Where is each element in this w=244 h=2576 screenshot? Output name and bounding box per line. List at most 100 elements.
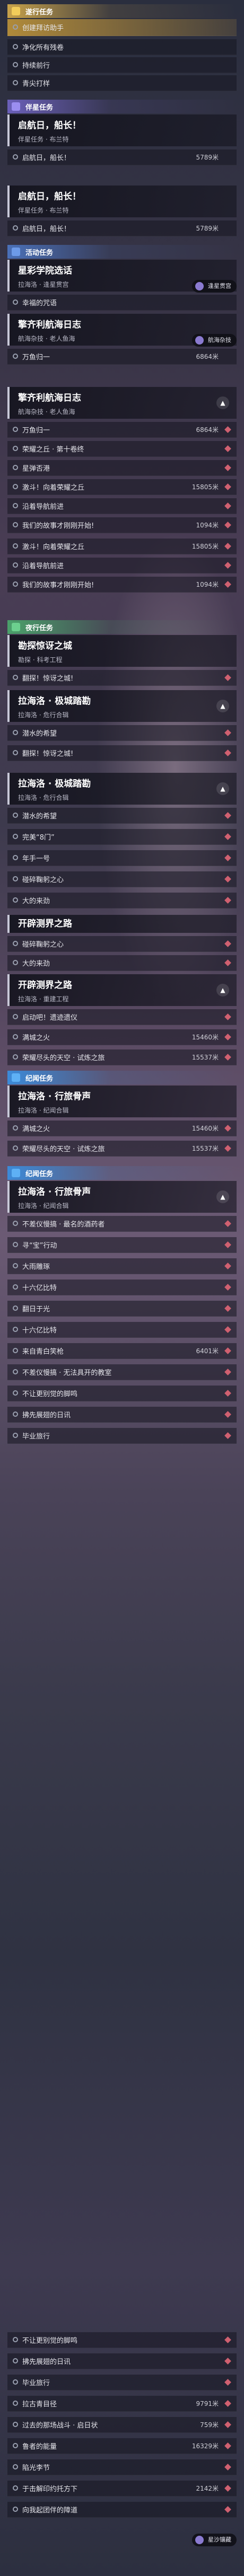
episode-tag-pill[interactable]: 星沙镶藏 [192, 2534, 237, 2546]
quest-step[interactable]: 潜水的希望 [7, 725, 237, 741]
step-distance: 1094米 [196, 581, 219, 588]
quest-step[interactable]: 不差仪慢搞 · 最名的酒药者 [7, 1216, 237, 1232]
quest-step[interactable]: 万鱼归一 6864米 [7, 422, 237, 438]
section-header-episode[interactable]: 纪闻任务 [7, 1071, 237, 1084]
quest-step[interactable]: 青尖打样 [7, 75, 237, 91]
collapse-chevron-icon[interactable]: ▲ [216, 700, 229, 712]
quest-step[interactable]: 拉古青目径 9791米 [7, 2396, 237, 2412]
quest-step[interactable]: 净化所有残卷 [7, 39, 237, 55]
collapse-chevron-icon[interactable]: ▲ [216, 984, 229, 996]
section-header-event[interactable]: 活动任务 [7, 245, 237, 259]
quest-card[interactable]: 拉海洛 · 极城踏勘 拉海洛 · 危行合辑 ▲ [7, 773, 237, 805]
quest-card[interactable]: 开辟测界之路 [7, 915, 237, 933]
event-tag-pill[interactable]: 逢星贯宫 [192, 280, 237, 293]
quest-step[interactable]: 满城之火 15460米 [7, 1029, 237, 1045]
step-label: 万鱼归一 [22, 354, 50, 361]
step-circle-icon [13, 299, 18, 305]
quest-step[interactable]: 大的来劲 [7, 955, 237, 971]
quest-step[interactable]: 不差仪慢搞 · 无法具开的教室 [7, 1364, 237, 1380]
quest-step[interactable]: 大雨雕琢 [7, 1258, 237, 1274]
quest-step[interactable]: 翻探！惊讶之城! [7, 745, 237, 761]
step-label: 不让更别觉的脚鸣 [22, 2337, 78, 2345]
quest-step[interactable]: 荣耀尽头的天空 · 试炼之旅 15537米 [7, 1049, 237, 1065]
step-label: 满城之火 [22, 1034, 50, 1042]
quest-card[interactable]: 启航日，船长！ 伴星任务 · 布兰特 [7, 186, 237, 217]
quest-step[interactable]: 来自青白笑枪 6401米 [7, 1343, 237, 1359]
collapse-chevron-icon[interactable]: ▲ [216, 396, 229, 409]
quest-step[interactable]: 沿着导航前进 [7, 558, 237, 574]
quest-card[interactable]: 启航日，船长！ 伴星任务 · 布兰特 [7, 114, 237, 146]
quest-step[interactable]: 陷光李节 [7, 2459, 237, 2475]
quest-step[interactable]: 翻日于光 [7, 1301, 237, 1317]
step-label: 完美“8门” [22, 834, 55, 842]
quest-title: 开辟测界之路 [18, 919, 72, 929]
step-distance: 15537米 [191, 1145, 219, 1152]
quest-step[interactable]: 向我起团伴的障道 [7, 2502, 237, 2518]
quest-step[interactable]: 拂先展翅的日讯 [7, 2353, 237, 2369]
quest-step[interactable]: 碰碎鞠躬之心 [7, 871, 237, 887]
step-circle-icon [13, 1125, 18, 1131]
quest-card[interactable]: 开辟测界之路 拉海洛 · 重建工程 ▲ [7, 974, 237, 1006]
quest-card[interactable]: 拉海洛 · 极城踏勘 拉海洛 · 危行合辑 ▲ [7, 690, 237, 722]
step-label: 万鱼归一 [22, 427, 50, 435]
quest-step[interactable]: 不让更别觉的脚鸣 [7, 1386, 237, 1401]
quest-step[interactable]: 毕业旅行 [7, 1428, 237, 1444]
quest-card[interactable]: 拉海洛 · 行旅骨声 拉海洛 · 纪闻合辑 [7, 1086, 237, 1117]
step-label: 不差仪慢搞 · 无法具开的教室 [22, 1369, 112, 1377]
quest-step[interactable]: 星弹否港 [7, 460, 237, 476]
step-circle-icon [13, 1241, 18, 1247]
quest-step[interactable]: 毕业旅行 [7, 2375, 237, 2390]
map-marker-icon [224, 2336, 231, 2343]
quest-step[interactable]: 碰碎鞠躬之心 [7, 936, 237, 952]
step-circle-icon [13, 1284, 18, 1290]
quest-step[interactable]: 年手一号 [7, 850, 237, 866]
quest-card[interactable]: 勘探惊讶之城 勘探 · 科考工程 [7, 635, 237, 667]
quest-step[interactable]: 完美“8门” [7, 829, 237, 845]
collapse-chevron-icon[interactable]: ▲ [216, 782, 229, 795]
step-label: 荣耀尽头的天空 · 试炼之旅 [22, 1145, 105, 1153]
quest-step[interactable]: 十六亿比特 [7, 1280, 237, 1295]
quest-step[interactable]: 不让更别觉的脚鸣 [7, 2332, 237, 2348]
quest-step[interactable]: 过去的那场战斗 · 启日状 759米 [7, 2417, 237, 2433]
collapse-chevron-icon[interactable]: ▲ [216, 1190, 229, 1203]
step-circle-icon [13, 80, 18, 85]
quest-card[interactable]: 拉海洛 · 行旅骨声 拉海洛 · 纪闻合辑 ▲ [7, 1181, 237, 1213]
section-header-episode[interactable]: 纪闻任务 [7, 1166, 237, 1180]
quest-card[interactable]: 擎齐利航海日志 航海杂技 · 老人鱼海 ▲ [7, 387, 237, 419]
quest-step[interactable]: 潜水的希望 [7, 808, 237, 824]
event-tag-pill[interactable]: 航海杂技 [192, 334, 237, 347]
step-label: 碰碎鞠躬之心 [22, 876, 64, 884]
quest-step[interactable]: 启动吧！遗迹遗仪 [7, 1009, 237, 1025]
quest-step[interactable]: 沿着导航前进 [7, 498, 237, 514]
quest-subtitle: 拉海洛 · 危行合辑 [18, 794, 69, 801]
quest-step[interactable]: 万鱼归一 6864米 [7, 349, 237, 365]
quest-step[interactable]: 激斗！向着荣耀之丘 15805米 [7, 479, 237, 495]
quest-step[interactable]: 大的来劲 [7, 893, 237, 908]
quest-step[interactable]: 幸福的咒语 [7, 295, 237, 311]
quest-step[interactable]: 持续前行 [7, 57, 237, 73]
quest-step[interactable]: 启航日，船长！ 5789米 [7, 149, 237, 165]
quest-step[interactable]: 我们的故事才刚刚开始! 1094米 [7, 517, 237, 533]
quest-step[interactable]: 荣耀尽头的天空 · 试炼之旅 15537米 [7, 1141, 237, 1157]
quest-step[interactable]: 激斗！向着荣耀之丘 15805米 [7, 539, 237, 554]
quest-subtitle: 勘探 · 科考工程 [18, 656, 63, 664]
quest-step[interactable]: 拂先展翅的日讯 [7, 1407, 237, 1423]
step-label: 持续前行 [22, 62, 50, 70]
quest-step[interactable]: 我们的故事才刚刚开始! 1094米 [7, 577, 237, 593]
quest-step[interactable]: 荣耀之丘 · 第十卷终 [7, 441, 237, 457]
quest-step[interactable]: 创建拜访助手 [7, 19, 237, 36]
step-circle-icon [13, 2379, 18, 2385]
section-header-trail[interactable]: 遂行任务 [7, 4, 237, 18]
section-header-side[interactable]: 夜行任务 [7, 620, 237, 634]
map-marker-icon [224, 1053, 231, 1061]
step-label: 不让更别觉的脚鸣 [22, 1390, 78, 1398]
quest-step[interactable]: 寻“宝”行动 [7, 1237, 237, 1253]
quest-step[interactable]: 于击解印约托方下 2142米 [7, 2481, 237, 2496]
quest-step[interactable]: 十六亿比特 [7, 1322, 237, 1338]
step-label: 毕业旅行 [22, 2379, 50, 2387]
section-header-companion[interactable]: 伴星任务 [7, 100, 237, 113]
quest-step[interactable]: 鲁者的能量 16329米 [7, 2438, 237, 2454]
quest-step[interactable]: 翻探！惊讶之城! [7, 670, 237, 686]
quest-step[interactable]: 启航日，船长！ 5789米 [7, 220, 237, 236]
quest-step[interactable]: 满城之火 15460米 [7, 1121, 237, 1136]
